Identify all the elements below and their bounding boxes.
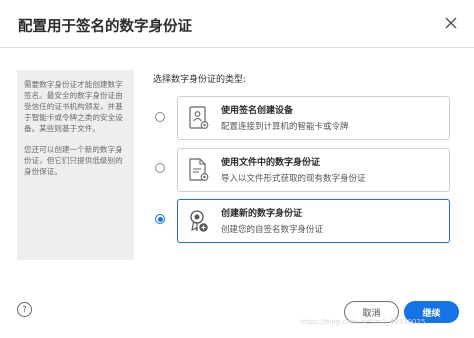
watermark: https://blog.csdn.net/m0_49310025 <box>300 318 426 326</box>
radio-signing-device[interactable] <box>155 112 165 122</box>
radio-file-id[interactable] <box>155 163 165 173</box>
info-paragraph-2: 您还可以创建一个新的数字身份证，但它们只提供低级别的身份保证。 <box>24 145 123 176</box>
option-description: 导入以文件形式获取的现有数字身份证 <box>221 174 366 184</box>
option-title: 使用文件中的数字身份证 <box>221 158 321 168</box>
option-description: 创建您的自签名数字身份证 <box>221 225 324 235</box>
radio-create-new-id[interactable] <box>155 214 165 224</box>
close-icon <box>445 17 457 29</box>
device-certificate-icon <box>189 106 209 129</box>
new-certificate-icon <box>190 210 208 232</box>
dialog-title: 配置用于签名的数字身份证 <box>18 19 192 35</box>
option-title: 创建新的数字身份证 <box>221 209 303 219</box>
file-certificate-icon <box>189 158 209 181</box>
option-create-new-id[interactable]: 创建新的数字身份证 创建您的自签名数字身份证 <box>177 199 450 243</box>
dialog-title-bar: 配置用于签名的数字身份证 <box>0 0 474 48</box>
option-file-id[interactable]: 使用文件中的数字身份证 导入以文件形式获取的现有数字身份证 <box>177 148 450 192</box>
info-panel: 需要数字身份证才能创建数字签名。最安全的数字身份证由受信任的证书机构颁发，并基于… <box>17 70 134 260</box>
option-signing-device[interactable]: 使用签名创建设备 配置连接到计算机的智能卡或令牌 <box>177 96 450 140</box>
info-paragraph-1: 需要数字身份证才能创建数字签名。最安全的数字身份证由受信任的证书机构颁发，并基于… <box>24 80 123 133</box>
option-prompt: 选择数字身份证的类型: <box>153 75 247 85</box>
option-title: 使用签名创建设备 <box>221 106 294 116</box>
close-button[interactable] <box>440 12 462 34</box>
help-button[interactable]: ? <box>17 302 32 317</box>
option-description: 配置连接到计算机的智能卡或令牌 <box>221 122 349 132</box>
help-icon: ? <box>22 305 27 314</box>
